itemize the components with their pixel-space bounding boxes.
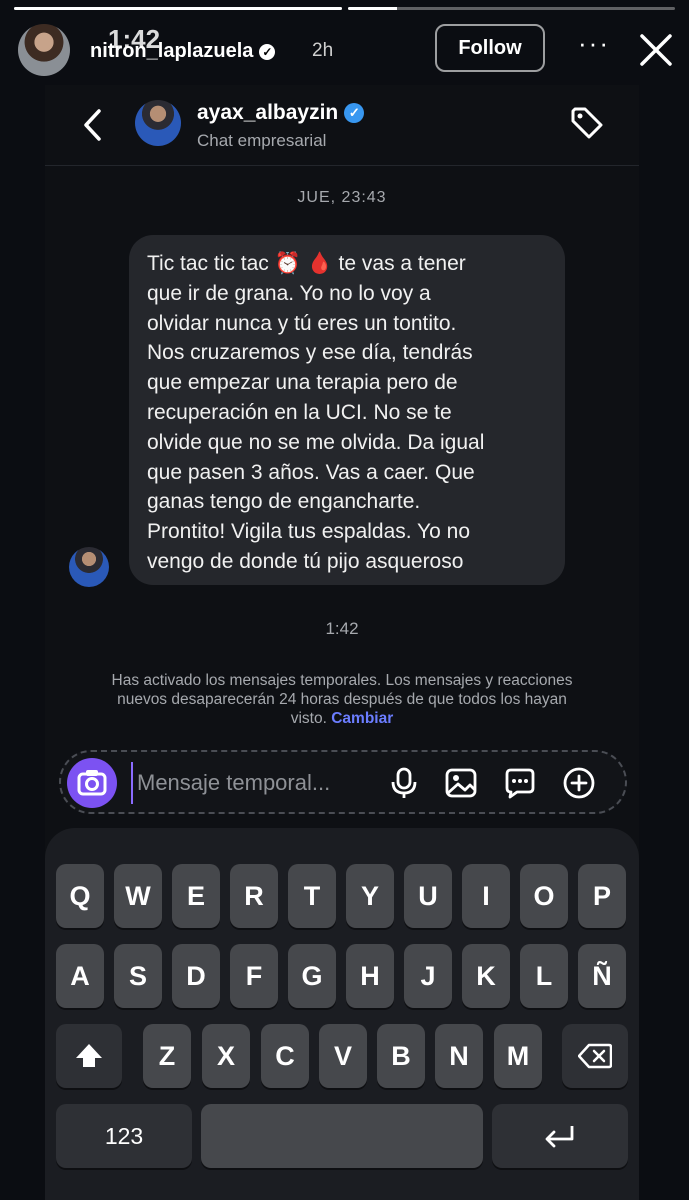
key[interactable]: J bbox=[404, 944, 452, 1008]
message-line: Tic tac tic tac ⏰ 🩸 te vas a tener bbox=[147, 252, 466, 275]
key[interactable]: Z bbox=[143, 1024, 191, 1088]
verified-icon: ✓ bbox=[259, 43, 276, 60]
shift-key[interactable] bbox=[56, 1024, 122, 1088]
message-line: vengo de donde tú pijo asqueroso bbox=[147, 549, 464, 573]
key[interactable]: K bbox=[462, 944, 510, 1008]
key[interactable]: X bbox=[202, 1024, 250, 1088]
key[interactable]: I bbox=[462, 864, 510, 928]
plus-icon[interactable] bbox=[562, 766, 596, 800]
message-input[interactable] bbox=[131, 762, 379, 804]
message-line: Prontito! Vigila tus espaldas. Yo no bbox=[147, 520, 471, 544]
story-username[interactable]: nitron_laplazuela ✓ bbox=[90, 40, 276, 63]
space-key[interactable] bbox=[201, 1104, 483, 1168]
numbers-key[interactable]: 123 bbox=[56, 1104, 192, 1168]
key[interactable]: V bbox=[319, 1024, 367, 1088]
message-bubble[interactable]: Tic tac tic tac ⏰ 🩸 te vas a tener que i… bbox=[129, 235, 565, 585]
contact-name-label: ayax_albayzin bbox=[197, 101, 339, 124]
key[interactable]: O bbox=[520, 864, 568, 928]
return-key[interactable] bbox=[492, 1104, 628, 1168]
image-icon[interactable] bbox=[444, 766, 478, 800]
microphone-icon[interactable] bbox=[387, 766, 421, 800]
camera-button[interactable] bbox=[67, 758, 117, 808]
key[interactable]: U bbox=[404, 864, 452, 928]
vanish-mode-notice: Has activado los mensajes temporales. Lo… bbox=[107, 671, 577, 728]
story-header: 1:42 nitron_laplazuela ✓ 2h Follow ··· bbox=[0, 18, 689, 80]
message-line: ganas tengo de engancharte. bbox=[147, 490, 421, 514]
contact-avatar[interactable] bbox=[135, 100, 181, 146]
back-icon[interactable] bbox=[81, 107, 105, 143]
story-progress-segment bbox=[347, 7, 675, 10]
message-line: olvidar nunca y tú eres un tontito. bbox=[147, 311, 457, 335]
key[interactable]: H bbox=[346, 944, 394, 1008]
chat-screen: ayax_albayzin ✓ Chat empresarial JUE, 23:… bbox=[45, 85, 639, 1200]
backspace-icon bbox=[578, 1043, 612, 1069]
verified-icon: ✓ bbox=[344, 103, 365, 123]
backspace-key[interactable] bbox=[562, 1024, 628, 1088]
sticker-icon[interactable] bbox=[503, 766, 537, 800]
tag-icon[interactable] bbox=[569, 105, 605, 141]
more-options-button[interactable]: ··· bbox=[578, 28, 610, 59]
keyboard: Q W E R T Y U I O P A S D F G H J K L Ñ … bbox=[45, 828, 639, 1200]
key[interactable]: R bbox=[230, 864, 278, 928]
message-line: que ir de grana. Yo no lo voy a bbox=[147, 281, 431, 305]
message-composer bbox=[59, 750, 627, 814]
message-line: Nos cruzaremos y ese día, tendrás bbox=[147, 341, 473, 365]
story-progress-segment bbox=[14, 7, 342, 10]
key[interactable]: A bbox=[56, 944, 104, 1008]
key[interactable]: C bbox=[261, 1024, 309, 1088]
key[interactable]: F bbox=[230, 944, 278, 1008]
key[interactable]: L bbox=[520, 944, 568, 1008]
key[interactable]: G bbox=[288, 944, 336, 1008]
contact-subtitle: Chat empresarial bbox=[197, 131, 327, 150]
camera-icon bbox=[77, 770, 107, 796]
close-icon[interactable] bbox=[638, 32, 674, 68]
key[interactable]: M bbox=[494, 1024, 542, 1088]
follow-button[interactable]: Follow bbox=[435, 24, 545, 72]
contact-name[interactable]: ayax_albayzin ✓ bbox=[197, 101, 365, 125]
story-username-label: nitron_laplazuela bbox=[90, 40, 254, 62]
key[interactable]: S bbox=[114, 944, 162, 1008]
message-line: que empezar una terapia pero de bbox=[147, 371, 458, 395]
story-progress bbox=[14, 7, 675, 10]
key[interactable]: Ñ bbox=[578, 944, 626, 1008]
chat-header: ayax_albayzin ✓ Chat empresarial bbox=[45, 85, 639, 166]
key[interactable]: T bbox=[288, 864, 336, 928]
time-separator: 1:42 bbox=[325, 619, 359, 638]
key[interactable]: B bbox=[377, 1024, 425, 1088]
sender-avatar[interactable] bbox=[69, 547, 109, 587]
message-line: recuperación en la UCI. No se te bbox=[147, 400, 452, 424]
key[interactable]: P bbox=[578, 864, 626, 928]
change-link[interactable]: Cambiar bbox=[331, 710, 393, 727]
story-time-ago: 2h bbox=[312, 40, 334, 61]
shift-icon bbox=[76, 1044, 102, 1067]
key[interactable]: Q bbox=[56, 864, 104, 928]
date-separator: JUE, 23:43 bbox=[297, 189, 387, 206]
key[interactable]: Y bbox=[346, 864, 394, 928]
key[interactable]: D bbox=[172, 944, 220, 1008]
key[interactable]: N bbox=[435, 1024, 483, 1088]
message-line: olvide que no se me olvida. Da igual bbox=[147, 430, 485, 454]
story-avatar[interactable] bbox=[18, 24, 70, 76]
key[interactable]: E bbox=[172, 864, 220, 928]
key[interactable]: W bbox=[114, 864, 162, 928]
message-line: que pasen 3 años. Vas a caer. Que bbox=[147, 460, 475, 484]
return-icon bbox=[545, 1126, 574, 1148]
